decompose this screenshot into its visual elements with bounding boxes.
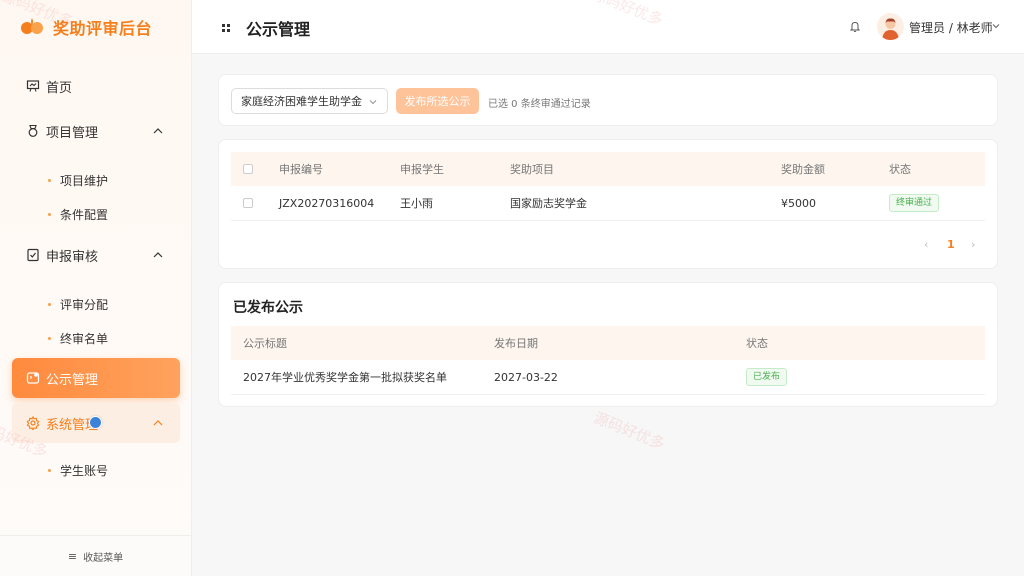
page-title: 公示管理: [246, 20, 311, 39]
cell-amount: ¥5000: [781, 196, 816, 210]
section-title: 已发布公示: [233, 300, 303, 316]
gear-icon: [26, 416, 40, 430]
cell-publish-date: 2027-03-22: [494, 370, 558, 384]
sidebar-subitem-label: 项目维护: [60, 173, 109, 188]
sidebar: 奖助评审后台 首页 项目管理 项目维护 条件配置 申报审核 评审分配 终审名单 …: [0, 0, 192, 576]
column-header: 奖助项目: [510, 163, 554, 176]
cell-id: JZX20270316004: [279, 196, 375, 210]
project-select[interactable]: 家庭经济困难学生助学金: [231, 88, 388, 114]
column-header: 状态: [889, 163, 911, 176]
row-checkbox[interactable]: [243, 198, 253, 208]
menu-lines-icon: ≡: [67, 549, 78, 563]
sidebar-item-label: 公示管理: [46, 372, 99, 388]
chevron-up-icon[interactable]: [152, 125, 164, 137]
sidebar-subitem-final-list[interactable]: 终审名单: [48, 328, 108, 348]
table-header: 公示标题 发布日期 状态: [231, 326, 985, 360]
cell-project: 国家励志奖学金: [510, 197, 587, 210]
bell-icon[interactable]: [849, 20, 861, 33]
cell-notice-title: 2027年学业优秀奖学金第一批拟获奖名单: [243, 371, 447, 384]
chevron-down-icon: [369, 100, 377, 105]
document-check-icon: [26, 248, 40, 262]
chevron-up-icon[interactable]: [152, 417, 164, 429]
sidebar-item-notice-management[interactable]: 公示管理: [12, 358, 180, 398]
column-header: 状态: [746, 337, 768, 350]
bullet-dot: [48, 178, 51, 182]
publish-selected-button[interactable]: 发布所选公示: [396, 88, 479, 114]
sidebar-item-application-review[interactable]: 申报审核: [12, 235, 180, 275]
bullet-dot: [48, 336, 51, 340]
watermark: 源码好优多: [591, 408, 668, 454]
pending-table-card: 申报编号 申报学生 奖助项目 奖助金额 状态 JZX20270316004 王小…: [218, 139, 998, 269]
sidebar-subitem-label: 学生账号: [60, 463, 109, 478]
pager-next-button[interactable]: ›: [971, 238, 975, 251]
sidebar-item-label: 项目管理: [46, 125, 99, 141]
project-select-value: 家庭经济困难学生助学金: [241, 95, 362, 108]
sidebar-subitem-label: 评审分配: [60, 297, 109, 312]
table-row[interactable]: JZX20270316004 王小雨 国家励志奖学金 ¥5000 终审通过: [231, 186, 985, 221]
table-header: 申报编号 申报学生 奖助项目 奖助金额 状态: [231, 152, 985, 186]
sidebar-subitem-label: 条件配置: [60, 207, 109, 222]
cursor-indicator: [89, 416, 102, 429]
sidebar-item-home[interactable]: 首页: [12, 66, 180, 106]
publish-toolbar-card: 家庭经济困难学生助学金 发布所选公示 已选 0 条终审通过记录: [218, 74, 998, 126]
cell-status: 终审通过: [889, 186, 940, 220]
bullet-dot: [48, 468, 51, 472]
sidebar-subitem-student-accounts[interactable]: 学生账号: [48, 460, 108, 480]
sidebar-item-label: 首页: [46, 80, 73, 96]
select-all-cell: [243, 152, 253, 186]
presentation-icon: [26, 79, 40, 93]
sidebar-subitem-project-maintain[interactable]: 项目维护: [48, 170, 108, 190]
published-notices-card: 已发布公示 公示标题 发布日期 状态 2027年学业优秀奖学金第一批拟获奖名单 …: [218, 282, 998, 407]
brand-logo-icon: [21, 18, 43, 34]
table-row[interactable]: 2027年学业优秀奖学金第一批拟获奖名单 2027-03-22 已发布: [231, 360, 985, 395]
notice-icon: [26, 371, 40, 385]
column-header: 申报学生: [400, 163, 444, 176]
sidebar-item-project-management[interactable]: 项目管理: [12, 111, 180, 151]
chevron-down-icon[interactable]: [991, 21, 1001, 31]
grid-icon[interactable]: [222, 24, 230, 32]
select-all-checkbox[interactable]: [243, 164, 253, 174]
top-header: 公示管理 管理员 / 林老师: [192, 0, 1024, 54]
column-header: 公示标题: [243, 337, 287, 350]
pager-prev-button[interactable]: ‹: [924, 238, 928, 251]
collapse-menu-button[interactable]: ≡ 收起菜单: [0, 535, 191, 576]
pager-page-1[interactable]: 1: [947, 238, 955, 251]
avatar[interactable]: [877, 13, 904, 40]
medal-icon: [26, 124, 40, 138]
brand[interactable]: 奖助评审后台: [20, 14, 152, 40]
brand-title: 奖助评审后台: [53, 19, 153, 38]
cell-status: 已发布: [746, 360, 788, 394]
sidebar-subitem-condition-config[interactable]: 条件配置: [48, 204, 108, 224]
row-select-cell: [243, 186, 253, 220]
chevron-up-icon[interactable]: [152, 249, 164, 261]
column-header: 发布日期: [494, 337, 538, 350]
column-header: 申报编号: [279, 163, 323, 176]
column-header: 奖助金额: [781, 163, 825, 176]
sidebar-subitem-review-assign[interactable]: 评审分配: [48, 294, 108, 314]
collapse-menu-label: 收起菜单: [83, 552, 124, 564]
selection-info: 已选 0 条终审通过记录: [488, 99, 591, 110]
cell-student: 王小雨: [400, 197, 433, 210]
user-name[interactable]: 管理员 / 林老师: [909, 19, 993, 36]
status-badge: 已发布: [746, 368, 788, 386]
sidebar-subitem-label: 终审名单: [60, 331, 109, 346]
bullet-dot: [48, 302, 51, 306]
status-badge: 终审通过: [889, 194, 940, 212]
bullet-dot: [48, 212, 51, 216]
sidebar-item-label: 申报审核: [46, 249, 99, 265]
